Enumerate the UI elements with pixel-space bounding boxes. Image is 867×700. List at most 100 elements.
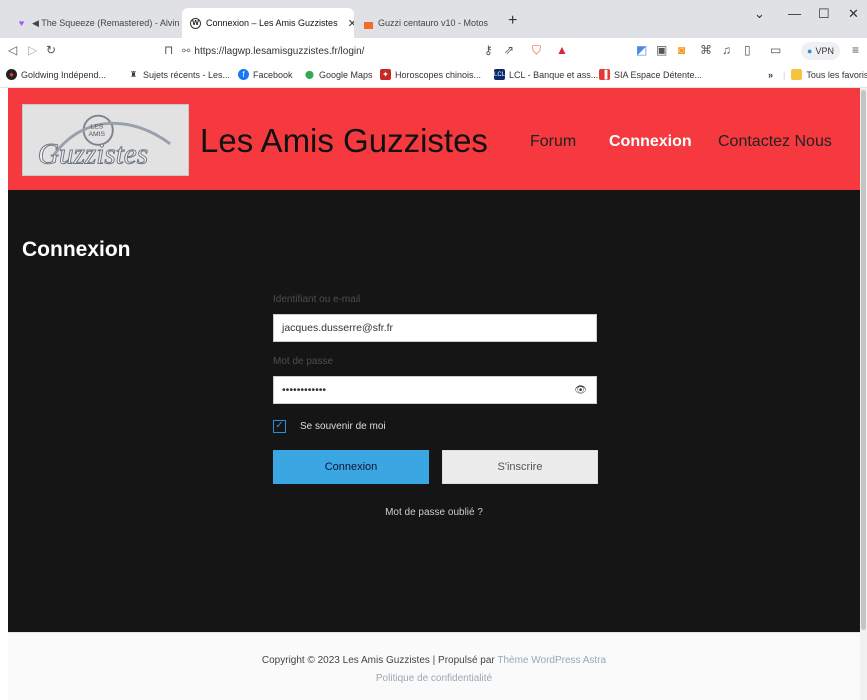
page-title: Connexion (22, 238, 131, 261)
menu-icon[interactable]: ≡ (852, 43, 859, 57)
extension-translate-icon[interactable]: ◩ (636, 43, 647, 57)
site-footer: Copyright © 2023 Les Amis Guzzistes | Pr… (8, 632, 860, 700)
password-value: •••••••••••• (282, 384, 327, 396)
privacy-link[interactable]: Politique de confidentialité (8, 673, 860, 684)
site-header: LES AMIS Guzzistes Les Amis Guzzistes Fo… (8, 88, 860, 190)
bank-icon: LCL (494, 69, 505, 80)
rss-icon[interactable]: ◙ (678, 43, 685, 57)
bookmark-label: SIA Espace Détente... (614, 69, 703, 80)
site-title[interactable]: Les Amis Guzzistes (200, 122, 488, 160)
chevrons-right-icon: » (768, 69, 774, 80)
logo-graphic: LES AMIS Guzzistes (24, 105, 187, 175)
bookmark-label: Horoscopes chinois... (395, 69, 482, 80)
url-text: https://lagwp.lesamisguzzistes.fr/login/ (194, 45, 365, 57)
shield-icon: ● (6, 69, 17, 80)
forgot-password-link[interactable]: Mot de passe oublié ? (8, 507, 860, 518)
extensions-icon[interactable]: ⌘ (700, 43, 712, 57)
logo-text-line2: AMIS (88, 131, 105, 138)
bookmark-label: Facebook (253, 69, 293, 80)
divider: | (783, 69, 786, 80)
share-icon[interactable]: ⇗ (504, 43, 514, 57)
reload-icon[interactable]: ↻ (46, 43, 56, 57)
minimize-icon[interactable]: — (788, 6, 801, 21)
tab-connexion[interactable]: W Connexion – Les Amis Guzzistes ✕ (182, 8, 354, 38)
username-input[interactable]: jacques.dusserre@sfr.fr (273, 314, 597, 342)
bookmark-label: Goldwing Indépend... (21, 69, 107, 80)
all-bookmarks-label: Tous les favoris (806, 69, 867, 80)
bookmark-sujets[interactable]: ♜ Sujets récents - Les... (128, 69, 230, 80)
extension-u-icon[interactable]: ▣ (656, 43, 667, 57)
bookmark-label: Google Maps (319, 69, 373, 80)
bookmark-label: Sujets récents - Les... (143, 69, 231, 80)
web-page: LES AMIS Guzzistes Les Amis Guzzistes Fo… (8, 88, 860, 700)
sidebar-icon[interactable]: ▯ (744, 43, 751, 57)
browser-tab-bar: ♥ ◀ The Squeeze (Remastered) - Alvin W C… (0, 0, 867, 38)
close-window-icon[interactable]: ✕ (848, 6, 859, 22)
remember-me[interactable]: ✓ Se souvenir de moi (273, 420, 386, 433)
tab-title: Guzzi centauro v10 - Motos (378, 18, 489, 28)
site-info-icon[interactable]: ⚯ (182, 46, 190, 57)
password-label: Mot de passe (273, 356, 334, 367)
bookmark-sia[interactable]: ▐ SIA Espace Détente... (599, 69, 702, 80)
back-icon[interactable]: ◁ (8, 43, 17, 57)
username-label: Identifiant ou e-mail (273, 294, 361, 305)
map-pin-icon: ⬤ (305, 70, 314, 79)
leboncoin-icon (364, 21, 373, 29)
bookmark-goldwing[interactable]: ● Goldwing Indépend... (6, 69, 106, 80)
remember-label: Se souvenir de moi (300, 421, 386, 432)
logo-text-line1: LES (90, 123, 103, 130)
bookmark-lcl[interactable]: LCL LCL - Banque et ass... (494, 69, 598, 80)
privacy-text[interactable]: Politique de confidentialité (376, 673, 492, 684)
eye-icon[interactable]: 👁 (574, 385, 587, 396)
address-bar[interactable]: ⚯ https://lagwp.lesamisguzzistes.fr/logi… (182, 41, 432, 61)
brave-rewards-icon[interactable]: ▲ (556, 43, 568, 57)
tab-title: Connexion – Les Amis Guzzistes (206, 18, 338, 28)
password-input[interactable]: •••••••••••• 👁 (273, 376, 597, 404)
bookmark-horoscopes[interactable]: ✦ Horoscopes chinois... (380, 69, 481, 80)
heart-icon: ♥ (18, 18, 25, 28)
vpn-dot-icon: ● (807, 46, 813, 56)
forgot-password-text[interactable]: Mot de passe oublié ? (385, 507, 483, 518)
chevron-down-icon[interactable]: ⌄ (754, 6, 765, 22)
username-value: jacques.dusserre@sfr.fr (282, 322, 394, 334)
vpn-label: VPN (815, 46, 834, 56)
close-icon[interactable]: ✕ (348, 17, 354, 30)
wordpress-icon: W (190, 17, 201, 29)
bookmarks-overflow-button[interactable]: » | Tous les favoris (768, 69, 867, 80)
bookmark-icon[interactable]: ⊓ (164, 43, 173, 57)
bookmark-facebook[interactable]: f Facebook (238, 69, 293, 80)
maximize-icon[interactable]: ☐ (818, 6, 830, 22)
vpn-button[interactable]: ● VPN (801, 42, 840, 60)
music-icon[interactable]: ♫ (722, 43, 731, 57)
theme-link[interactable]: Thème WordPress Astra (497, 655, 606, 666)
register-button[interactable]: S'inscrire (442, 450, 598, 484)
new-tab-button[interactable]: + (508, 12, 517, 30)
footer-copyright: Copyright © 2023 Les Amis Guzzistes | Pr… (8, 655, 860, 666)
bookmarks-bar: ● Goldwing Indépend... ♜ Sujets récents … (0, 64, 867, 88)
tab-guzzi[interactable]: Guzzi centauro v10 - Motos (356, 8, 496, 38)
sia-icon: ▐ (599, 69, 610, 80)
site-logo[interactable]: LES AMIS Guzzistes (22, 104, 189, 176)
key-icon[interactable]: ⚷ (484, 43, 493, 57)
facebook-icon: f (238, 69, 249, 80)
forward-icon[interactable]: ▷ (28, 43, 37, 57)
brave-shield-icon[interactable]: ⛉ (532, 43, 541, 58)
horoscope-icon: ✦ (380, 69, 391, 80)
page-scrollbar[interactable] (860, 88, 867, 700)
nav-contact[interactable]: Contactez Nous (718, 133, 832, 151)
nav-forum[interactable]: Forum (530, 133, 576, 151)
wallet-icon[interactable]: ▭ (770, 43, 781, 57)
browser-toolbar: ◁ ▷ ↻ ⊓ ⚯ https://lagwp.lesamisguzzistes… (0, 38, 867, 64)
nav-connexion[interactable]: Connexion (609, 133, 692, 151)
bookmark-label: LCL - Banque et ass... (509, 69, 599, 80)
bookmark-google-maps[interactable]: ⬤ Google Maps (304, 69, 373, 80)
tab-music[interactable]: ♥ ◀ The Squeeze (Remastered) - Alvin (8, 8, 180, 38)
tab-title: ◀ The Squeeze (Remastered) - Alvin (32, 17, 180, 28)
logo-script-text: Guzzistes (38, 138, 148, 170)
login-section: Connexion Identifiant ou e-mail jacques.… (8, 190, 860, 632)
checkbox-checked-icon[interactable]: ✓ (273, 420, 286, 433)
scrollbar-thumb[interactable] (861, 90, 866, 630)
folder-icon (791, 69, 803, 80)
copyright-text: Copyright © 2023 Les Amis Guzzistes | Pr… (261, 655, 498, 666)
login-button[interactable]: Connexion (273, 450, 429, 484)
